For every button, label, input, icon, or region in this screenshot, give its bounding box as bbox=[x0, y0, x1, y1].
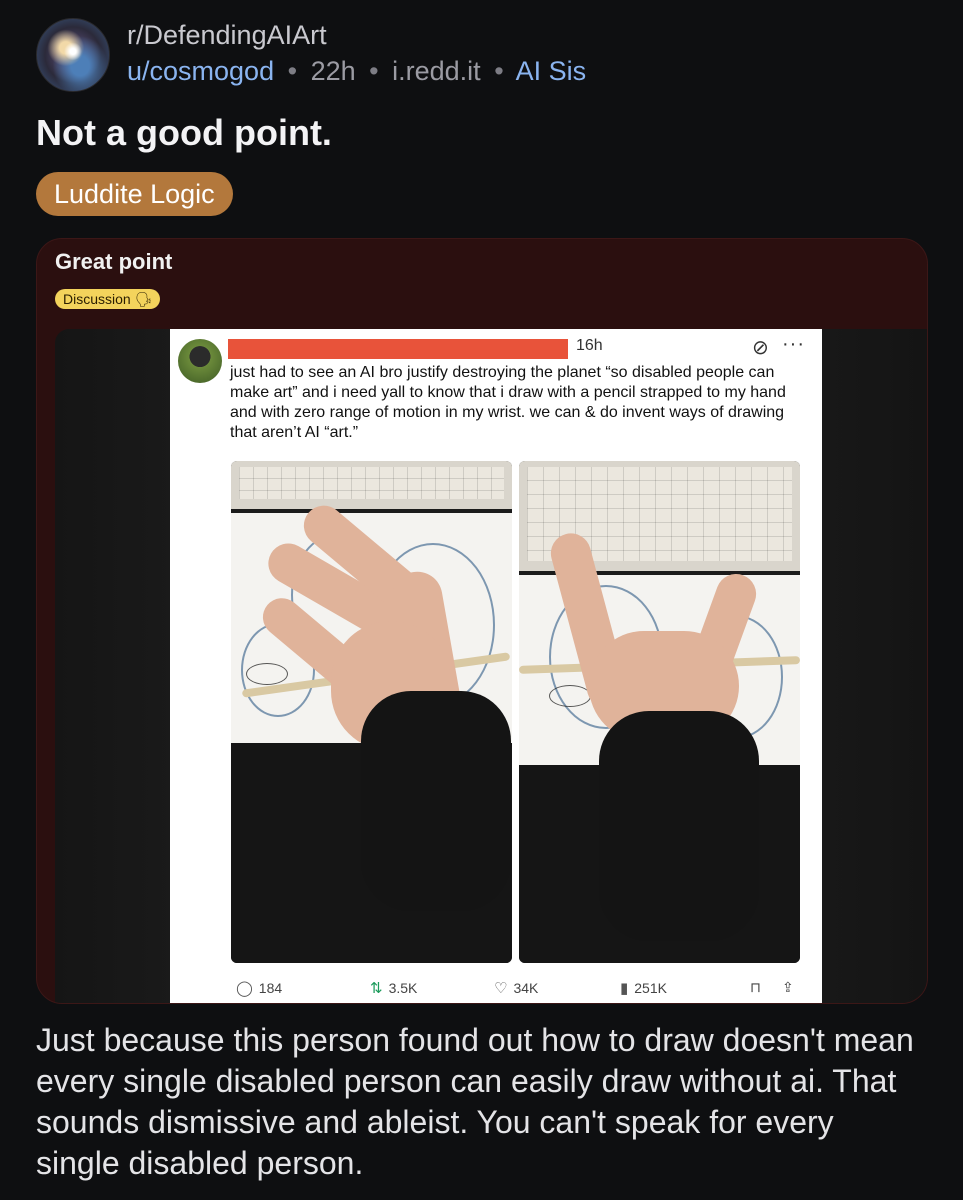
post-domain[interactable]: i.redd.it bbox=[392, 56, 481, 86]
grok-icon: ⊘ bbox=[752, 337, 769, 359]
meta-separator: • bbox=[287, 56, 298, 86]
post-body: Just because this person found out how t… bbox=[36, 1022, 914, 1181]
meta-separator: • bbox=[369, 56, 379, 86]
tweet-screenshot: 16h ⊘ ··· just had to see an AI bro just… bbox=[170, 329, 822, 1003]
wrist-brace bbox=[599, 711, 759, 941]
reply-icon: ◯ bbox=[236, 980, 253, 997]
user-flair: AI Sis bbox=[515, 56, 587, 86]
wrist-brace bbox=[361, 691, 511, 911]
bookmark-icon: ⊓ bbox=[750, 979, 761, 995]
keyboard bbox=[231, 461, 512, 509]
username-link[interactable]: u/cosmogod bbox=[127, 56, 274, 86]
subreddit-avatar[interactable] bbox=[36, 18, 110, 92]
tweet-text: just had to see an AI bro justify destro… bbox=[230, 364, 786, 441]
post-image[interactable]: Great point Discussion 🗣 16h ⊘ ··· just … bbox=[36, 238, 928, 1004]
like-count: ♡ 34K bbox=[494, 980, 539, 997]
share-icon: ⇪ bbox=[782, 979, 794, 995]
embedded-post-flair: Discussion 🗣 bbox=[55, 289, 161, 309]
more-icon: ··· bbox=[782, 333, 805, 355]
tweet-photo-left bbox=[231, 461, 512, 963]
embedded-post-title: Great point bbox=[55, 249, 173, 274]
tweet-time: 16h bbox=[576, 337, 603, 354]
redacted-username bbox=[228, 339, 568, 359]
like-icon: ♡ bbox=[494, 980, 508, 997]
repost-icon: ⇅ bbox=[370, 980, 383, 997]
reply-count: ◯ 184 bbox=[236, 980, 283, 997]
post-age: 22h bbox=[310, 56, 356, 86]
tweet-action-bar: ◯ 184 ⇅ 3.5K ♡ 34K ▮ 251K ⊓ ⇪ bbox=[170, 977, 822, 999]
meta-separator: • bbox=[494, 56, 504, 86]
views-icon: ▮ bbox=[620, 980, 629, 997]
subreddit-name[interactable]: r/DefendingAIArt bbox=[127, 20, 327, 51]
post-title[interactable]: Not a good point. bbox=[36, 112, 332, 154]
views-count: ▮ 251K bbox=[620, 980, 667, 997]
tweet-photo-right bbox=[519, 461, 800, 963]
post-meta: u/cosmogod • 22h • i.redd.it • AI Sis bbox=[127, 56, 586, 87]
tweet-avatar bbox=[178, 339, 222, 383]
post-flair[interactable]: Luddite Logic bbox=[36, 172, 233, 216]
repost-count: ⇅ 3.5K bbox=[370, 980, 418, 997]
